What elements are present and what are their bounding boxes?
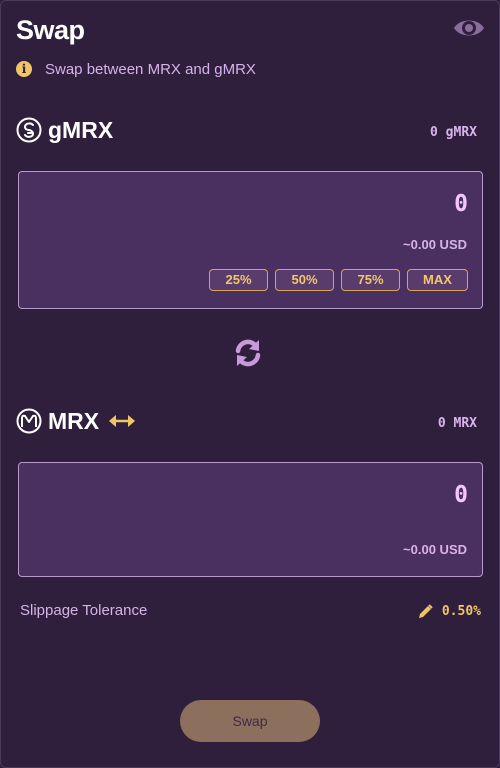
- to-amount-input[interactable]: 0: [454, 482, 468, 508]
- from-token-header: gMRX: [16, 115, 113, 145]
- mrx-token-icon: [16, 408, 42, 434]
- gmrx-token-icon: [16, 117, 42, 143]
- to-usd-value: ~0.00 USD: [403, 542, 467, 557]
- info-row: i Swap between MRX and gMRX: [16, 60, 256, 78]
- to-token-balance: 0 MRX: [437, 416, 477, 431]
- double-arrow-icon[interactable]: [109, 414, 136, 428]
- percent-75-button[interactable]: 75%: [341, 269, 400, 291]
- to-token-header: MRX: [16, 406, 136, 436]
- slippage-value: 0.50%: [441, 604, 481, 619]
- from-amount-card[interactable]: 0 ~0.00 USD 25% 50% 75% MAX: [18, 171, 483, 309]
- page-title: Swap: [16, 15, 85, 45]
- eye-icon[interactable]: [453, 15, 485, 41]
- percent-25-button[interactable]: 25%: [209, 269, 268, 291]
- percent-buttons: 25% 50% 75% MAX: [209, 269, 468, 291]
- from-usd-value: ~0.00 USD: [403, 237, 467, 252]
- refresh-icon[interactable]: [232, 337, 264, 369]
- percent-50-button[interactable]: 50%: [275, 269, 334, 291]
- slippage-label: Slippage Tolerance: [20, 602, 148, 619]
- pencil-icon[interactable]: [418, 604, 433, 619]
- swap-panel: Swap i Swap between MRX and gMRX gMRX 0 …: [0, 0, 500, 768]
- to-amount-card[interactable]: 0 ~0.00 USD: [18, 462, 483, 577]
- max-button[interactable]: MAX: [407, 269, 468, 291]
- from-token-name: gMRX: [48, 116, 114, 143]
- from-amount-input[interactable]: 0: [454, 191, 468, 217]
- from-token-balance: 0 gMRX: [430, 125, 477, 140]
- swap-button[interactable]: Swap: [180, 700, 320, 742]
- to-token-name: MRX: [48, 407, 100, 434]
- slippage-edit[interactable]: 0.50%: [418, 604, 481, 619]
- info-icon: i: [16, 61, 32, 77]
- info-text: Swap between MRX and gMRX: [45, 60, 256, 78]
